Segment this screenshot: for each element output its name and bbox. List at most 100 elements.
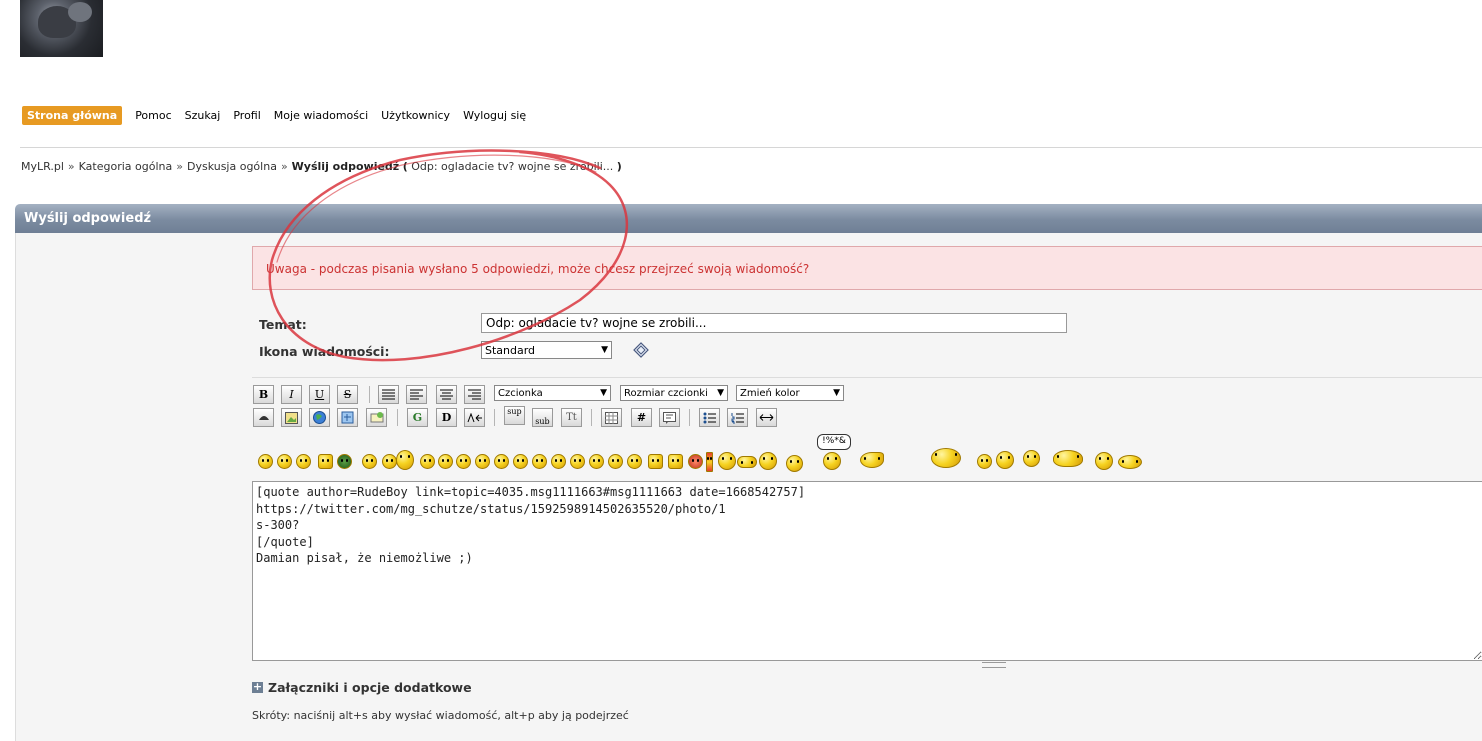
- menu-home[interactable]: Strona główna: [22, 106, 123, 125]
- globe-icon: [313, 411, 326, 424]
- strike-button[interactable]: S: [337, 385, 358, 404]
- size-select[interactable]: Rozmiar czcionki ▼: [620, 385, 728, 401]
- menu-help[interactable]: Pomoc: [135, 109, 171, 122]
- breadcrumb-category[interactable]: Kategoria ogólna: [79, 160, 173, 173]
- smiley-icon[interactable]: [688, 454, 703, 469]
- smiley-icon[interactable]: [1023, 450, 1040, 467]
- smiley-icon[interactable]: [494, 454, 509, 469]
- smiley-icon[interactable]: [258, 454, 273, 469]
- smiley-bar: !%*&: [256, 434, 1156, 474]
- code-button[interactable]: #: [631, 408, 652, 427]
- smiley-icon[interactable]: [1053, 450, 1083, 467]
- menu-members[interactable]: Użytkownicy: [381, 109, 450, 122]
- smiley-icon[interactable]: [532, 454, 547, 469]
- chevron-down-icon: ▼: [601, 345, 608, 355]
- smiley-icon[interactable]: [318, 454, 333, 469]
- subject-label: Temat:: [259, 317, 307, 332]
- numbered-list-icon: [731, 412, 744, 424]
- superscript-button[interactable]: sup: [504, 406, 525, 425]
- smiley-icon[interactable]: [1118, 455, 1142, 469]
- underline-button[interactable]: U: [309, 385, 330, 404]
- smiley-icon[interactable]: [570, 454, 585, 469]
- menu-search[interactable]: Szukaj: [185, 109, 221, 122]
- align-left-icon: [410, 389, 423, 400]
- breadcrumb-site[interactable]: MyLR.pl: [21, 160, 64, 173]
- smiley-icon[interactable]: [438, 454, 453, 469]
- menu-profile[interactable]: Profil: [233, 109, 260, 122]
- font-select[interactable]: Czcionka ▼: [494, 385, 611, 401]
- email-link-button[interactable]: [366, 408, 387, 427]
- toolbar-separator: [397, 409, 398, 426]
- table-button[interactable]: [601, 408, 622, 427]
- quote-button[interactable]: [659, 408, 680, 427]
- warning-box: Uwaga - podczas pisania wysłano 5 odpowi…: [252, 246, 1482, 290]
- ftp-link-button[interactable]: [337, 408, 358, 427]
- smiley-icon[interactable]: [551, 454, 566, 469]
- smiley-icon[interactable]: [513, 454, 528, 469]
- smiley-icon[interactable]: [589, 454, 604, 469]
- icon-label: Ikona wiadomości:: [259, 344, 390, 359]
- smiley-icon[interactable]: [706, 452, 713, 472]
- subscript-button[interactable]: sub: [532, 408, 553, 427]
- smiley-icon[interactable]: [627, 454, 642, 469]
- subject-input[interactable]: [481, 313, 1067, 333]
- align-justify-button[interactable]: [378, 385, 399, 404]
- color-select[interactable]: Zmień kolor ▼: [736, 385, 844, 401]
- avatar: [20, 0, 103, 57]
- breadcrumb-separator: »: [176, 160, 183, 173]
- numbered-list-button[interactable]: [727, 408, 748, 427]
- italic-button[interactable]: I: [281, 385, 302, 404]
- smiley-icon[interactable]: [996, 451, 1014, 469]
- breadcrumb-separator: »: [67, 160, 75, 173]
- smiley-icon[interactable]: [759, 452, 777, 470]
- breadcrumb-board[interactable]: Dyskusja ogólna: [187, 160, 277, 173]
- smiley-icon[interactable]: [737, 456, 757, 468]
- shadow-button[interactable]: D: [436, 408, 457, 427]
- smiley-icon[interactable]: [362, 454, 377, 469]
- smiley-icon[interactable]: [456, 454, 471, 469]
- smiley-icon[interactable]: [608, 454, 623, 469]
- smiley-icon[interactable]: [786, 455, 803, 472]
- horizontal-rule-button[interactable]: [756, 408, 777, 427]
- align-left-button[interactable]: [406, 385, 427, 404]
- smiley-icon[interactable]: [420, 454, 435, 469]
- bold-button[interactable]: B: [253, 385, 274, 404]
- menu-messages[interactable]: Moje wiadomości: [274, 109, 368, 122]
- bullet-list-button[interactable]: [699, 408, 720, 427]
- smiley-icon[interactable]: [860, 452, 884, 468]
- breadcrumb-open-paren: (: [402, 160, 408, 173]
- smiley-icon[interactable]: [277, 454, 292, 469]
- resize-grip[interactable]: [982, 662, 1006, 668]
- smiley-icon[interactable]: [668, 454, 683, 469]
- align-right-button[interactable]: [464, 385, 485, 404]
- smiley-icon[interactable]: [718, 452, 736, 470]
- smiley-speech-bubble: !%*&: [817, 434, 851, 450]
- horizontal-rule-icon: [759, 414, 774, 421]
- smiley-icon[interactable]: [296, 454, 311, 469]
- breadcrumb-current: Wyślij odpowiedź: [291, 160, 400, 173]
- smiley-icon[interactable]: [382, 454, 397, 469]
- marquee-button[interactable]: [464, 408, 485, 427]
- smiley-icon[interactable]: [1095, 452, 1113, 470]
- glow-button[interactable]: G: [407, 408, 428, 427]
- align-right-icon: [468, 389, 481, 400]
- align-center-button[interactable]: [436, 385, 457, 404]
- hyperlink-button[interactable]: [309, 408, 330, 427]
- smiley-icon[interactable]: [396, 450, 414, 470]
- smiley-icon[interactable]: [337, 454, 352, 469]
- attachments-toggle[interactable]: + Załączniki i opcje dodatkowe: [252, 680, 472, 695]
- flash-icon: [258, 415, 269, 420]
- smiley-icon[interactable]: [931, 448, 961, 468]
- align-justify-icon: [382, 389, 395, 400]
- flash-button[interactable]: [253, 408, 274, 427]
- smiley-icon[interactable]: [475, 454, 490, 469]
- marquee-icon: [467, 412, 482, 422]
- teletype-button[interactable]: Tt: [561, 408, 582, 427]
- smiley-icon[interactable]: [823, 452, 841, 470]
- smiley-icon[interactable]: [648, 454, 663, 469]
- image-button[interactable]: [281, 408, 302, 427]
- smiley-icon[interactable]: [977, 454, 992, 469]
- message-textarea[interactable]: [quote author=RudeBoy link=topic=4035.ms…: [252, 481, 1482, 661]
- menu-logout[interactable]: Wyloguj się: [463, 109, 526, 122]
- icon-select[interactable]: Standard ▼: [481, 341, 612, 359]
